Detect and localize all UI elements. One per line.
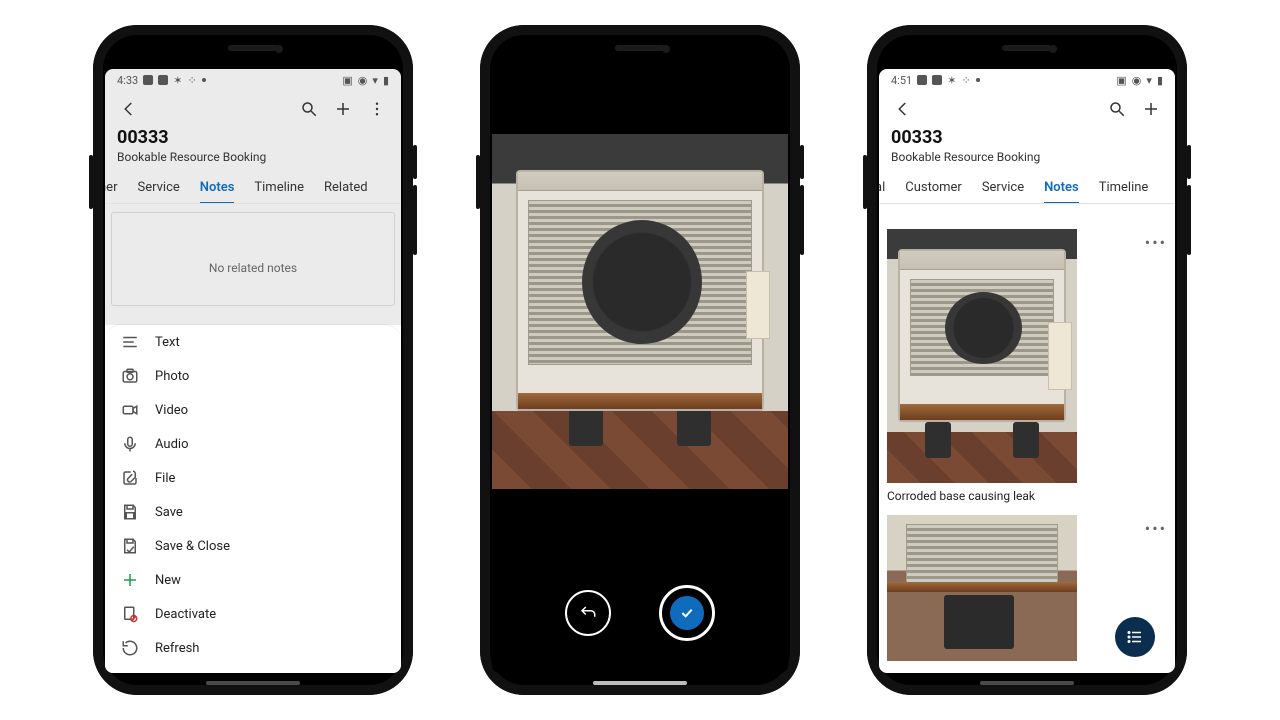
sheet-item-label: New	[155, 573, 181, 588]
action-sheet: Text Photo Video Audio File Save Save & Close N…	[105, 325, 401, 673]
phone-2	[480, 25, 800, 695]
tabs: al Customer Service Notes Timeline	[879, 170, 1175, 204]
search-icon[interactable]	[1101, 93, 1133, 125]
note-more-icon[interactable]: •••	[1085, 515, 1167, 538]
camera-viewfinder	[492, 134, 788, 489]
tab-notes[interactable]: Notes	[190, 170, 245, 203]
back-icon[interactable]	[887, 93, 919, 125]
sheet-item-label: Audio	[155, 437, 188, 452]
note-more-icon[interactable]: •••	[1085, 229, 1167, 252]
tab-partial[interactable]: ner	[105, 170, 127, 203]
record-subtitle: Bookable Resource Booking	[891, 150, 1163, 164]
tab-notes[interactable]: Notes	[1034, 170, 1089, 203]
note-item[interactable]: ••• Corroded base causing leak	[887, 229, 1167, 503]
status-time: 4:51	[891, 74, 912, 87]
file-icon	[121, 469, 139, 487]
status-bar: 4:51✶⁘ ▣◉▾▮	[879, 69, 1175, 91]
screen-3: 4:51✶⁘ ▣◉▾▮ 00333 Bookable Resource Book…	[879, 69, 1175, 673]
record-subtitle: Bookable Resource Booking	[117, 150, 389, 164]
add-icon[interactable]	[327, 93, 359, 125]
tabs: ner Service Notes Timeline Related	[105, 170, 401, 204]
screen-1: 4:33✶⁘ ▣◉▾▮ 00333 Bookable Resource Book…	[105, 69, 401, 673]
list-view-fab[interactable]	[1115, 617, 1155, 657]
sheet-item-label: Video	[155, 403, 188, 418]
audio-icon	[121, 435, 139, 453]
search-icon[interactable]	[293, 93, 325, 125]
sheet-item-video[interactable]: Video	[105, 393, 401, 427]
sheet-item-new[interactable]: New	[105, 563, 401, 597]
note-photo[interactable]	[887, 515, 1077, 661]
note-photo[interactable]	[887, 229, 1077, 483]
tab-partial[interactable]: al	[879, 170, 895, 203]
save-close-icon	[121, 537, 139, 555]
tab-customer[interactable]: Customer	[895, 170, 972, 203]
screen-2	[492, 69, 788, 673]
sheet-item-photo[interactable]: Photo	[105, 359, 401, 393]
sheet-item-refresh[interactable]: Refresh	[105, 631, 401, 665]
sheet-item-label: Text	[155, 335, 180, 350]
status-time: 4:33	[117, 74, 138, 87]
tab-related[interactable]: Related	[314, 170, 378, 203]
note-caption: Corroded base causing leak	[887, 489, 1167, 503]
phone-1: 4:33✶⁘ ▣◉▾▮ 00333 Bookable Resource Book…	[93, 25, 413, 695]
sheet-item-text[interactable]: Text	[105, 325, 401, 359]
add-icon[interactable]	[1135, 93, 1167, 125]
phone-3: 4:51✶⁘ ▣◉▾▮ 00333 Bookable Resource Book…	[867, 25, 1187, 695]
confirm-photo-button[interactable]	[659, 585, 715, 641]
tab-timeline[interactable]: Timeline	[1089, 170, 1159, 203]
save-icon	[121, 503, 139, 521]
record-id: 00333	[891, 127, 1163, 148]
sheet-item-label: Refresh	[155, 641, 199, 656]
empty-notes-msg: No related notes	[112, 213, 394, 307]
retake-button[interactable]	[565, 590, 611, 636]
video-icon	[121, 401, 139, 419]
sheet-item-deactivate[interactable]: Deactivate	[105, 597, 401, 631]
back-icon[interactable]	[113, 93, 145, 125]
sheet-item-file[interactable]: File	[105, 461, 401, 495]
sheet-item-label: Photo	[155, 369, 189, 384]
sheet-item-audio[interactable]: Audio	[105, 427, 401, 461]
sheet-item-label: Deactivate	[155, 607, 216, 622]
sheet-item-label: Save	[155, 505, 183, 520]
tab-service[interactable]: Service	[972, 170, 1034, 203]
refresh-icon	[121, 639, 139, 657]
sheet-item-label: File	[155, 471, 175, 486]
status-bar: 4:33✶⁘ ▣◉▾▮	[105, 69, 401, 91]
overflow-icon[interactable]	[361, 93, 393, 125]
sheet-item-label: Save & Close	[155, 539, 230, 554]
new-icon	[121, 571, 139, 589]
sheet-item-save[interactable]: Save	[105, 495, 401, 529]
photo-icon	[121, 367, 139, 385]
tab-service[interactable]: Service	[127, 170, 189, 203]
tab-timeline[interactable]: Timeline	[244, 170, 314, 203]
sheet-item-save-close[interactable]: Save & Close	[105, 529, 401, 563]
deactivate-icon	[121, 605, 139, 623]
text-icon	[121, 333, 139, 351]
record-id: 00333	[117, 127, 389, 148]
